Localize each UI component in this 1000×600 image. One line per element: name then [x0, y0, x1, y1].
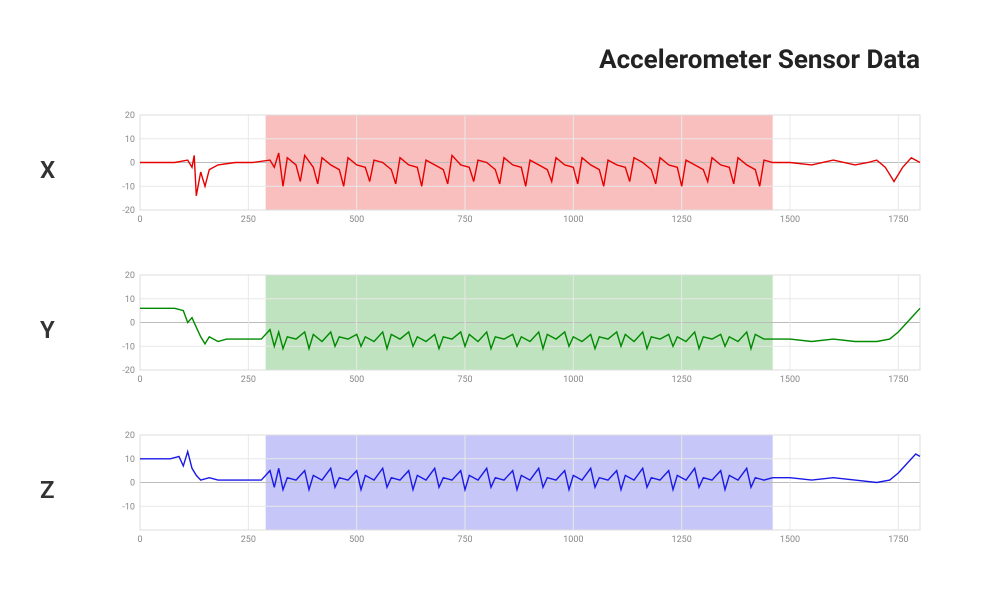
x-tick-label: 250 — [241, 375, 256, 385]
y-tick-label: 20 — [125, 111, 135, 121]
y-tick-label: -20 — [122, 366, 135, 376]
x-tick-label: 250 — [241, 535, 256, 545]
x-tick-label: 500 — [349, 375, 364, 385]
x-tick-label: 750 — [457, 535, 472, 545]
x-tick-label: 1000 — [563, 375, 583, 385]
x-tick-label: 1750 — [888, 375, 908, 385]
x-tick-label: 750 — [457, 215, 472, 225]
chart-y: -20 -10 0 10 20 0 250 500 750 1000 1250 1500 1750 — [110, 270, 930, 390]
x-tick-label: 1000 — [563, 535, 583, 545]
x-tick-label: 500 — [349, 215, 364, 225]
chart-z: -10 0 10 20 0 250 500 750 1000 1250 1500 1750 — [110, 430, 930, 550]
x-tick-label: 750 — [457, 375, 472, 385]
y-tick-label: 20 — [125, 271, 135, 281]
y-tick-label: 10 — [125, 455, 135, 465]
y-tick-label: 20 — [125, 431, 135, 441]
chart-x: -20 -10 0 10 20 0 250 500 750 1000 1250 1500 1750 — [110, 110, 930, 230]
chart-row-x: X -20 -10 0 10 20 0 250 500 750 1000 1250 1500 1750 — [40, 110, 940, 230]
y-tick-label: -10 — [122, 182, 135, 192]
y-tick-label: 0 — [130, 479, 135, 489]
x-tick-label: 1250 — [672, 215, 692, 225]
x-tick-label: 1000 — [563, 215, 583, 225]
x-tick-label: 1750 — [888, 535, 908, 545]
y-tick-label: 10 — [125, 135, 135, 145]
y-tick-label: 10 — [125, 295, 135, 305]
page-title: Accelerometer Sensor Data — [599, 45, 920, 75]
x-tick-label: 0 — [137, 215, 142, 225]
x-tick-label: 250 — [241, 215, 256, 225]
chart-row-z: Z -10 0 10 20 0 250 500 750 1000 1250 1500 1750 — [40, 430, 940, 550]
chart-stack: X -20-100102002505007501000125015001750 … — [40, 110, 940, 590]
y-tick-label: -10 — [122, 502, 135, 512]
x-tick-label: 1500 — [780, 215, 800, 225]
y-tick-label: 0 — [130, 159, 135, 169]
x-tick-label: 1250 — [672, 375, 692, 385]
y-tick-label: -20 — [122, 206, 135, 216]
x-tick-label: 500 — [349, 535, 364, 545]
axis-label-x: X — [40, 156, 110, 184]
x-tick-label: 1250 — [672, 535, 692, 545]
axis-label-y: Y — [40, 316, 110, 344]
x-tick-label: 1500 — [780, 535, 800, 545]
x-tick-label: 0 — [137, 535, 142, 545]
x-tick-label: 1750 — [888, 215, 908, 225]
x-tick-label: 0 — [137, 375, 142, 385]
x-tick-label: 1500 — [780, 375, 800, 385]
y-tick-label: 0 — [130, 319, 135, 329]
chart-row-y: Y -20 -10 0 10 20 0 250 500 750 1000 1250 1500 1750 — [40, 270, 940, 390]
axis-label-z: Z — [40, 476, 110, 504]
y-tick-label: -10 — [122, 342, 135, 352]
